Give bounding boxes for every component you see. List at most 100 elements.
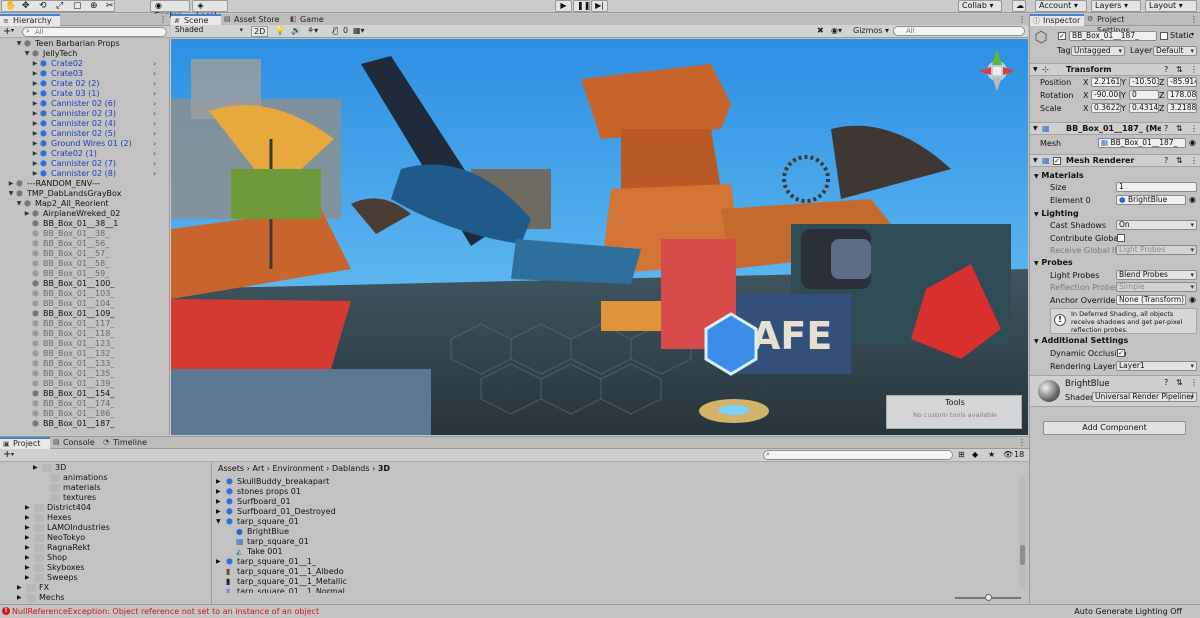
transform-x-field[interactable]: 0.36225 xyxy=(1091,103,1121,113)
account-button[interactable]: Account ▾ xyxy=(1035,0,1087,12)
asset-row[interactable]: ▮ tarp_square_01__1_Normal xyxy=(214,587,1014,593)
transform-y-field[interactable]: 0.4314 xyxy=(1129,103,1159,113)
hierarchy-row[interactable]: ⬢ BB_Box_01__187_ xyxy=(0,419,170,429)
presets-icon[interactable]: ⇅ xyxy=(1176,155,1183,166)
hierarchy-row[interactable]: ▶ ⬢ Cannister 02 (3) › xyxy=(0,109,170,119)
toggle-2d-button[interactable]: 2D xyxy=(251,26,269,37)
lighting-foldout[interactable]: ▼ Lighting xyxy=(1034,209,1079,218)
asset-row[interactable]: ● BrightBlue xyxy=(214,527,1014,537)
transform-header[interactable]: ▼ ⊹ Transform ? ⇅ ⋮ xyxy=(1030,63,1200,76)
hierarchy-row[interactable]: ▼ ⬢ Teen Barbarian Props xyxy=(0,39,170,49)
tab-hierarchy[interactable]: ≡ Hierarchy xyxy=(0,14,60,26)
transform-y-field[interactable]: 0 xyxy=(1129,90,1159,100)
additional-settings-foldout[interactable]: ▼ Additional Settings xyxy=(1034,336,1128,345)
prefab-open-chevron-icon[interactable]: › xyxy=(153,119,156,129)
hidden-packages-icon[interactable]: 👁 xyxy=(1003,450,1013,459)
hierarchy-row[interactable]: ▶ ⬢ Cannister 02 (7) › xyxy=(0,159,170,169)
tab-console[interactable]: ▤ Console xyxy=(50,437,100,449)
search-by-label-icon[interactable]: ◆ xyxy=(972,450,978,459)
error-message[interactable]: NullReferenceException: Object reference… xyxy=(12,607,319,616)
add-component-button[interactable]: Add Component xyxy=(1043,421,1186,435)
scene-tools-icon[interactable]: ✖ xyxy=(815,26,826,37)
tab-project-settings[interactable]: ⚙Project Settings xyxy=(1084,14,1164,35)
hierarchy-row[interactable]: ⬢ BB_Box_01__59_ xyxy=(0,269,170,279)
hierarchy-row[interactable]: ⬢ BB_Box_01__104_ xyxy=(0,299,170,309)
breadcrumb-item[interactable]: Dablands xyxy=(332,464,370,473)
prefab-open-chevron-icon[interactable]: › xyxy=(153,139,156,149)
expand-arrow-icon[interactable]: ▶ xyxy=(25,563,30,573)
hierarchy-row[interactable]: ⬢ BB_Box_01__103_ xyxy=(0,289,170,299)
scene-menu-icon[interactable]: ⋮ xyxy=(1018,15,1026,24)
asset-row[interactable]: ◭ Take 001 xyxy=(214,547,1014,557)
expand-arrow-icon[interactable]: ▶ xyxy=(31,139,39,149)
expand-arrow-icon[interactable]: ▶ xyxy=(25,553,30,563)
expand-arrow-icon[interactable]: ▶ xyxy=(216,477,221,487)
transform-x-field[interactable]: -90.00( xyxy=(1091,90,1121,100)
component-menu-icon[interactable]: ⋮ xyxy=(1190,123,1198,134)
component-menu-icon[interactable]: ⋮ xyxy=(1190,155,1198,166)
hierarchy-row[interactable]: ⬢ BB_Box_01__123_ xyxy=(0,339,170,349)
component-menu-icon[interactable]: ⋮ xyxy=(1190,378,1198,387)
hierarchy-row[interactable]: ⬢ BB_Box_01__57_ xyxy=(0,249,170,259)
prefab-open-chevron-icon[interactable]: › xyxy=(153,109,156,119)
breadcrumb-item[interactable]: Art xyxy=(252,464,264,473)
hierarchy-row[interactable]: ▶ ⬢ AirplaneWreked_02 xyxy=(0,209,170,219)
active-checkbox[interactable]: ✓ xyxy=(1058,32,1066,40)
scene-viewport[interactable]: AFE Tools No custom tools available xyxy=(171,39,1028,435)
hierarchy-row[interactable]: ⬢ BB_Box_01__154_ xyxy=(0,389,170,399)
hand-tool-icon[interactable]: ✋ xyxy=(5,1,16,11)
hierarchy-row[interactable]: ▶ ⬢ Ground Wires 01 (2) › xyxy=(0,139,170,149)
hierarchy-row[interactable]: ▶ ⬢ Crate02 (1) › xyxy=(0,149,170,159)
presets-icon[interactable]: ⇅ xyxy=(1176,378,1183,387)
hierarchy-search-input[interactable]: All xyxy=(22,27,167,37)
breadcrumb-item[interactable]: 3D xyxy=(378,464,390,473)
scrollbar-thumb[interactable] xyxy=(1020,545,1025,565)
asset-row[interactable]: ▶ ⬢ stones props 01 xyxy=(214,487,1014,497)
lighting-toggle-icon[interactable]: 💡 xyxy=(273,26,287,37)
hierarchy-row[interactable]: ⬢ BB_Box_01__174_ xyxy=(0,399,170,409)
tab-inspector[interactable]: ⓘ Inspector xyxy=(1030,14,1084,26)
asset-row[interactable]: ▶ ⬢ Surfboard_01 xyxy=(214,497,1014,507)
hidden-objects-icon[interactable]: 👁̸ xyxy=(331,26,340,37)
expand-arrow-icon[interactable]: ▼ xyxy=(23,49,31,59)
hierarchy-row[interactable]: ⬢ BB_Box_01__58_ xyxy=(0,259,170,269)
expand-arrow-icon[interactable]: ▶ xyxy=(216,507,221,517)
hierarchy-row[interactable]: ⬢ BB_Box_01__38_ xyxy=(0,229,170,239)
gizmos-dropdown-icon[interactable]: ▾ xyxy=(883,26,891,37)
hierarchy-row[interactable]: ⬢ BB_Box_01__56_ xyxy=(0,239,170,249)
expand-arrow-icon[interactable]: ▶ xyxy=(31,159,39,169)
mesh-field[interactable]: ▦ BB_Box_01__187_ xyxy=(1098,138,1186,148)
hierarchy-row[interactable]: ⬢ BB_Box_01__118_ xyxy=(0,329,170,339)
play-button[interactable]: ▶ xyxy=(555,0,572,12)
pause-button[interactable]: ❚❚ xyxy=(573,0,590,12)
slider-knob[interactable] xyxy=(985,594,992,601)
custom-tool-icon[interactable]: ✂ xyxy=(106,1,114,11)
dynamic-occlusion-checkbox[interactable]: ✓ xyxy=(1117,349,1125,357)
size-field[interactable]: 1 xyxy=(1116,182,1197,192)
hierarchy-row[interactable]: ⬢ BB_Box_01__132_ xyxy=(0,349,170,359)
expand-arrow-icon[interactable]: ▶ xyxy=(31,99,39,109)
asset-row[interactable]: ▼ ⬢ tarp_square_01 xyxy=(214,517,1014,527)
hierarchy-row[interactable]: ▶ ⬢ Cannister 02 (6) › xyxy=(0,99,170,109)
expand-arrow-icon[interactable]: ▶ xyxy=(23,209,31,219)
expand-arrow-icon[interactable]: ▶ xyxy=(216,487,221,497)
asset-row[interactable]: ▦ tarp_square_01 xyxy=(214,537,1014,547)
hierarchy-row[interactable]: ⬢ BB_Box_01__186_ xyxy=(0,409,170,419)
expand-arrow-icon[interactable]: ▶ xyxy=(25,533,30,543)
tab-project[interactable]: ▣ Project xyxy=(0,437,50,449)
expand-arrow-icon[interactable]: ▼ xyxy=(15,199,23,209)
hierarchy-row[interactable]: ▶ ⬢ Cannister 02 (8) › xyxy=(0,169,170,179)
mesh-renderer-enabled-checkbox[interactable]: ✓ xyxy=(1053,157,1061,165)
layers-button[interactable]: Layers ▾ xyxy=(1091,0,1141,12)
materials-foldout[interactable]: ▼ Materials xyxy=(1034,171,1084,180)
expand-arrow-icon[interactable]: ▶ xyxy=(25,523,30,533)
asset-row[interactable]: ▮ tarp_square_01__1_Metallic xyxy=(214,577,1014,587)
expand-arrow-icon[interactable]: ▶ xyxy=(216,557,221,567)
hierarchy-row[interactable]: ⬢ BB_Box_01__117_ xyxy=(0,319,170,329)
asset-list-scrollbar[interactable] xyxy=(1019,477,1026,589)
search-by-type-icon[interactable]: ⊞ xyxy=(958,450,965,459)
presets-icon[interactable]: ⇅ xyxy=(1176,123,1183,134)
asset-row[interactable]: ▮ tarp_square_01__1_Albedo xyxy=(214,567,1014,577)
object-name-field[interactable]: BB_Box_01__187_ xyxy=(1069,31,1157,41)
prefab-open-chevron-icon[interactable]: › xyxy=(153,59,156,69)
